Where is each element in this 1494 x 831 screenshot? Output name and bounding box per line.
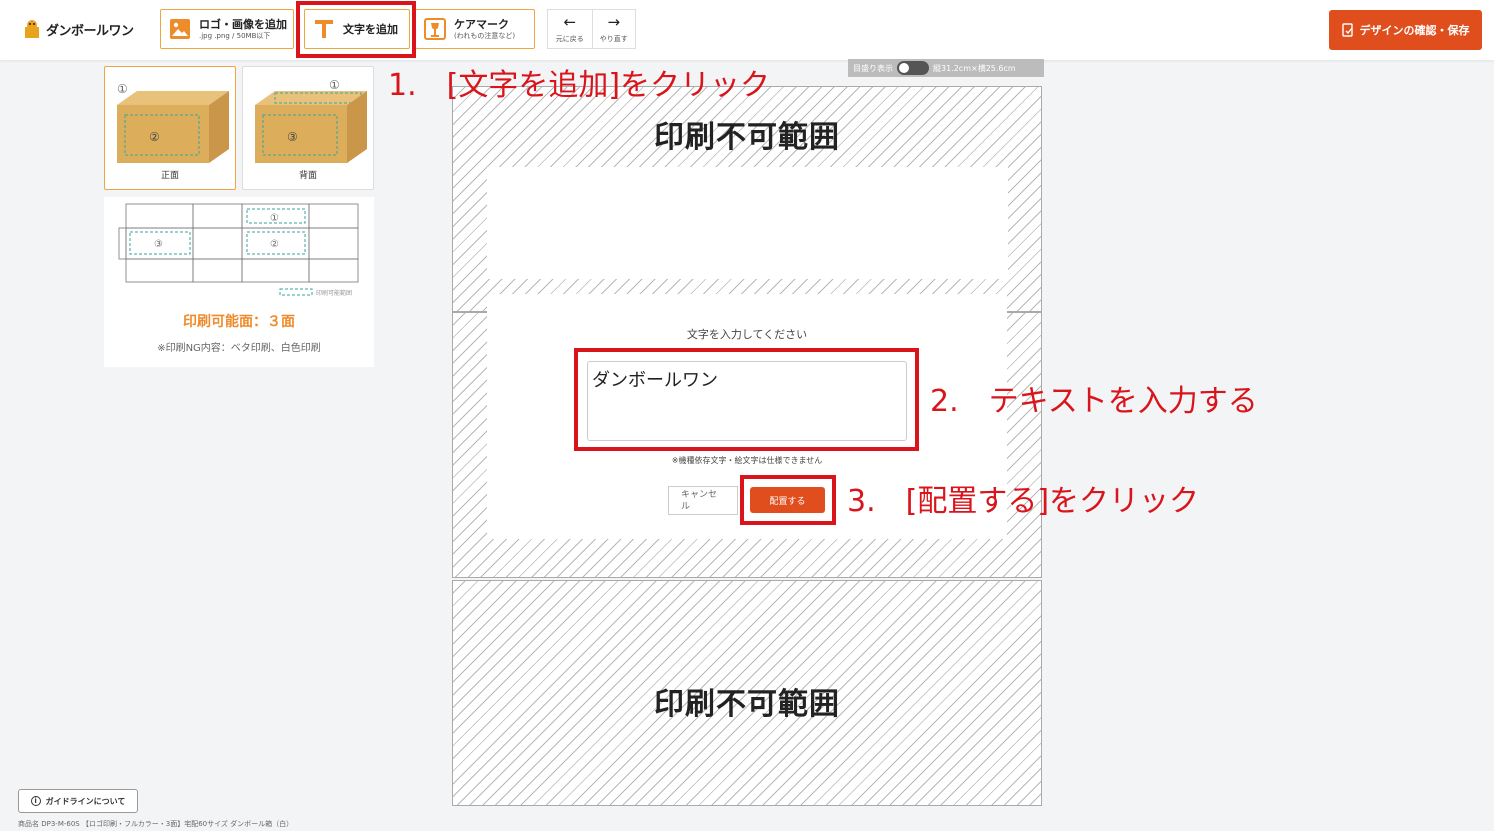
save-label: デザインの確認・保存: [1359, 24, 1470, 37]
nonprint-area-bottom: 印刷不可範囲: [452, 580, 1042, 806]
cancel-button[interactable]: キャンセル: [668, 486, 738, 515]
arrow-right-icon: →: [607, 13, 621, 31]
arrow-left-icon: ←: [563, 13, 577, 31]
box-front-image: ① ②: [117, 82, 229, 163]
add-image-sub: .jpg .png / 50MB以下: [199, 31, 271, 40]
care-mark-button[interactable]: ケアマーク (われもの注意など): [415, 9, 535, 49]
undo-button[interactable]: ← 元に戻る: [548, 10, 592, 48]
undo-label: 元に戻る: [555, 35, 584, 43]
face-label-back: 背面: [298, 171, 317, 181]
face-thumb-back[interactable]: ① ③ 背面: [242, 66, 374, 190]
printable-area-legend: 印刷可能範囲: [316, 290, 353, 297]
svg-text:②: ②: [270, 239, 279, 250]
care-mark-sub: (われもの注意など): [454, 31, 516, 40]
guideline-label: ガイドラインについて: [45, 796, 126, 806]
image-icon: [169, 18, 191, 40]
top-toolbar: ダンボールワン ロゴ・画像を追加 .jpg .png / 50MB以下 文字を追…: [0, 0, 1494, 60]
care-mark-label: ケアマーク: [454, 17, 509, 31]
face-num-a: ①: [117, 82, 128, 96]
highlight-place-button: [740, 475, 836, 525]
care-mark-icon: [424, 18, 446, 40]
face-num-b: ②: [149, 130, 160, 144]
unfolded-box-diagram: ① ③ ② 印刷可能範囲 印刷可能面：３面 ※印刷NG内容：ベタ印刷、白色印刷: [104, 197, 374, 367]
ruler-toggle-bar: 目盛り表示 縦31.2cm×横25.6cm: [848, 59, 1044, 77]
danboru-one-logo[interactable]: ダンボールワン: [22, 18, 134, 40]
ruler-label: 目盛り表示: [853, 63, 893, 73]
add-image-button[interactable]: ロゴ・画像を追加 .jpg .png / 50MB以下: [160, 9, 294, 49]
svg-text:①: ①: [270, 213, 279, 224]
box-back-image: ① ③: [255, 79, 367, 163]
box-net-image: ① ③ ②: [118, 203, 359, 296]
nonprint-label-bottom: 印刷不可範囲: [654, 687, 840, 722]
face-num-b: ③: [287, 130, 298, 144]
redo-button[interactable]: → やり直す: [591, 10, 636, 48]
annotation-step1: 1. [文字を追加]をクリック: [388, 68, 771, 103]
canvas-size-label: 縦31.2cm×横25.6cm: [933, 63, 1016, 73]
print-area[interactable]: [487, 167, 1008, 279]
nonprint-label-top: 印刷不可範囲: [654, 120, 840, 155]
document-save-icon: [1341, 23, 1353, 37]
product-name: 商品名 DP3-M-60S 【ロゴ印刷・フルカラー・3面】宅配60サイズ ダンボ…: [18, 820, 294, 828]
confirm-save-design-button[interactable]: デザインの確認・保存: [1329, 10, 1482, 50]
dialog-prompt: 文字を入力してください: [686, 328, 808, 341]
print-ng-note: ※印刷NG内容：ベタ印刷、白色印刷: [157, 343, 321, 354]
redo-label: やり直す: [599, 35, 628, 43]
ruler-toggle-switch[interactable]: [897, 61, 929, 75]
face-thumb-front[interactable]: ① ② 正面: [104, 66, 236, 190]
highlight-add-text: [296, 1, 416, 58]
annotation-step2: 2. テキストを入力する: [930, 384, 1258, 419]
face-label-front: 正面: [160, 171, 179, 181]
guideline-button[interactable]: i ガイドラインについて: [18, 789, 138, 813]
history-controls: ← 元に戻る → やり直す: [547, 9, 636, 49]
add-image-label: ロゴ・画像を追加: [199, 17, 287, 31]
logo-mark-icon: [25, 20, 39, 38]
svg-text:③: ③: [154, 239, 163, 250]
info-icon: i: [30, 796, 41, 806]
highlight-text-input: [574, 348, 919, 451]
face-num-a: ①: [329, 79, 340, 92]
logo-text: ダンボールワン: [46, 23, 134, 39]
printable-faces-title: 印刷可能面：３面: [183, 314, 295, 330]
dialog-warning: ※機種依存文字・絵文字は仕様できません: [671, 456, 823, 465]
annotation-step3: 3. [配置する]をクリック: [847, 484, 1200, 519]
